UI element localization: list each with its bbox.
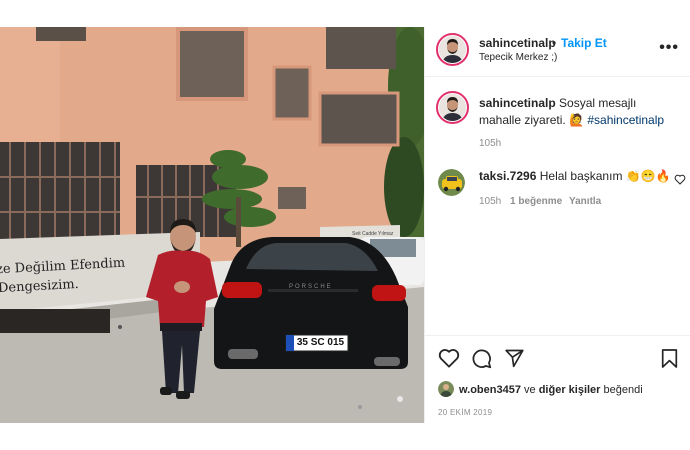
wall-sign: Seit Cadde Yılmaz: [352, 231, 394, 237]
liker-avatar-image: [438, 381, 454, 397]
likes-connector: ve: [524, 384, 536, 396]
comment-text: Helal başkanım: [539, 169, 623, 183]
post-actions: w.oben3457 ve diğer kişiler beğendi 20 E…: [425, 335, 690, 423]
like-heart-icon[interactable]: [438, 348, 460, 368]
first-liker-username[interactable]: w.oben3457: [459, 384, 521, 396]
reply-button[interactable]: Yanıtla: [569, 196, 601, 207]
raising-hand-emoji: 🙋: [569, 113, 584, 127]
comment-likes-count[interactable]: 1 beğenme: [510, 196, 562, 207]
reply-label: Yanıtla: [569, 196, 602, 207]
post-caption: sahincetinalp Sosyal mesajlı mahalle ziy…: [479, 95, 679, 129]
comment-emoji: 👏😁🔥: [625, 169, 671, 183]
comment-item: taksi.7296 Helal başkanım 👏😁🔥: [479, 169, 671, 183]
caption-username[interactable]: sahincetinalp: [479, 96, 556, 110]
ellipsis-icon[interactable]: •••: [659, 39, 679, 57]
author-avatar-image: [439, 36, 466, 63]
instagram-post: ze Değilim Efendim Dengesizim. Seit Cadd…: [0, 27, 690, 423]
post-header: sahincetinalp • Takip Et Tepecik Merkez …: [425, 27, 690, 77]
header-separator: •: [552, 36, 557, 50]
liker-avatar[interactable]: [438, 381, 454, 397]
follow-button[interactable]: Takip Et: [561, 36, 607, 50]
share-paper-plane-icon[interactable]: [504, 348, 525, 368]
post-side-panel: sahincetinalp • Takip Et Tepecik Merkez …: [424, 27, 690, 423]
commenter-avatar[interactable]: [438, 169, 465, 196]
likes-suffix: beğendi: [603, 384, 643, 396]
save-bookmark-icon[interactable]: [661, 348, 678, 369]
car-brand-lettering: PORSCHE: [289, 284, 333, 290]
porsche-car: [214, 237, 408, 369]
caption-time[interactable]: 105h: [479, 138, 501, 149]
location-link[interactable]: Tepecik Merkez ;): [479, 52, 557, 63]
other-likers-link[interactable]: diğer kişiler: [539, 384, 601, 396]
post-date[interactable]: 20 EKİM 2019: [438, 408, 492, 417]
post-photo[interactable]: ze Değilim Efendim Dengesizim. Seit Cadd…: [0, 27, 424, 423]
street-scene-image: [0, 27, 424, 423]
caption-hashtag[interactable]: #sahincetinalp: [587, 113, 664, 127]
author-username[interactable]: sahincetinalp: [479, 36, 556, 50]
comment-bubble-icon[interactable]: [471, 348, 492, 369]
author-avatar[interactable]: [436, 33, 469, 66]
license-plate: 35 SC 015: [296, 337, 345, 348]
likes-summary: w.oben3457 ve diğer kişiler beğendi: [459, 384, 643, 396]
caption-avatar-image: [439, 94, 466, 121]
commenter-avatar-image: [438, 169, 465, 196]
caption-author-avatar[interactable]: [436, 91, 469, 124]
comment-username[interactable]: taksi.7296: [479, 169, 536, 183]
comment-time[interactable]: 105h: [479, 196, 501, 207]
comment-like-heart-icon[interactable]: [674, 174, 686, 185]
comment-likes-text: 1 beğenme: [510, 196, 563, 207]
